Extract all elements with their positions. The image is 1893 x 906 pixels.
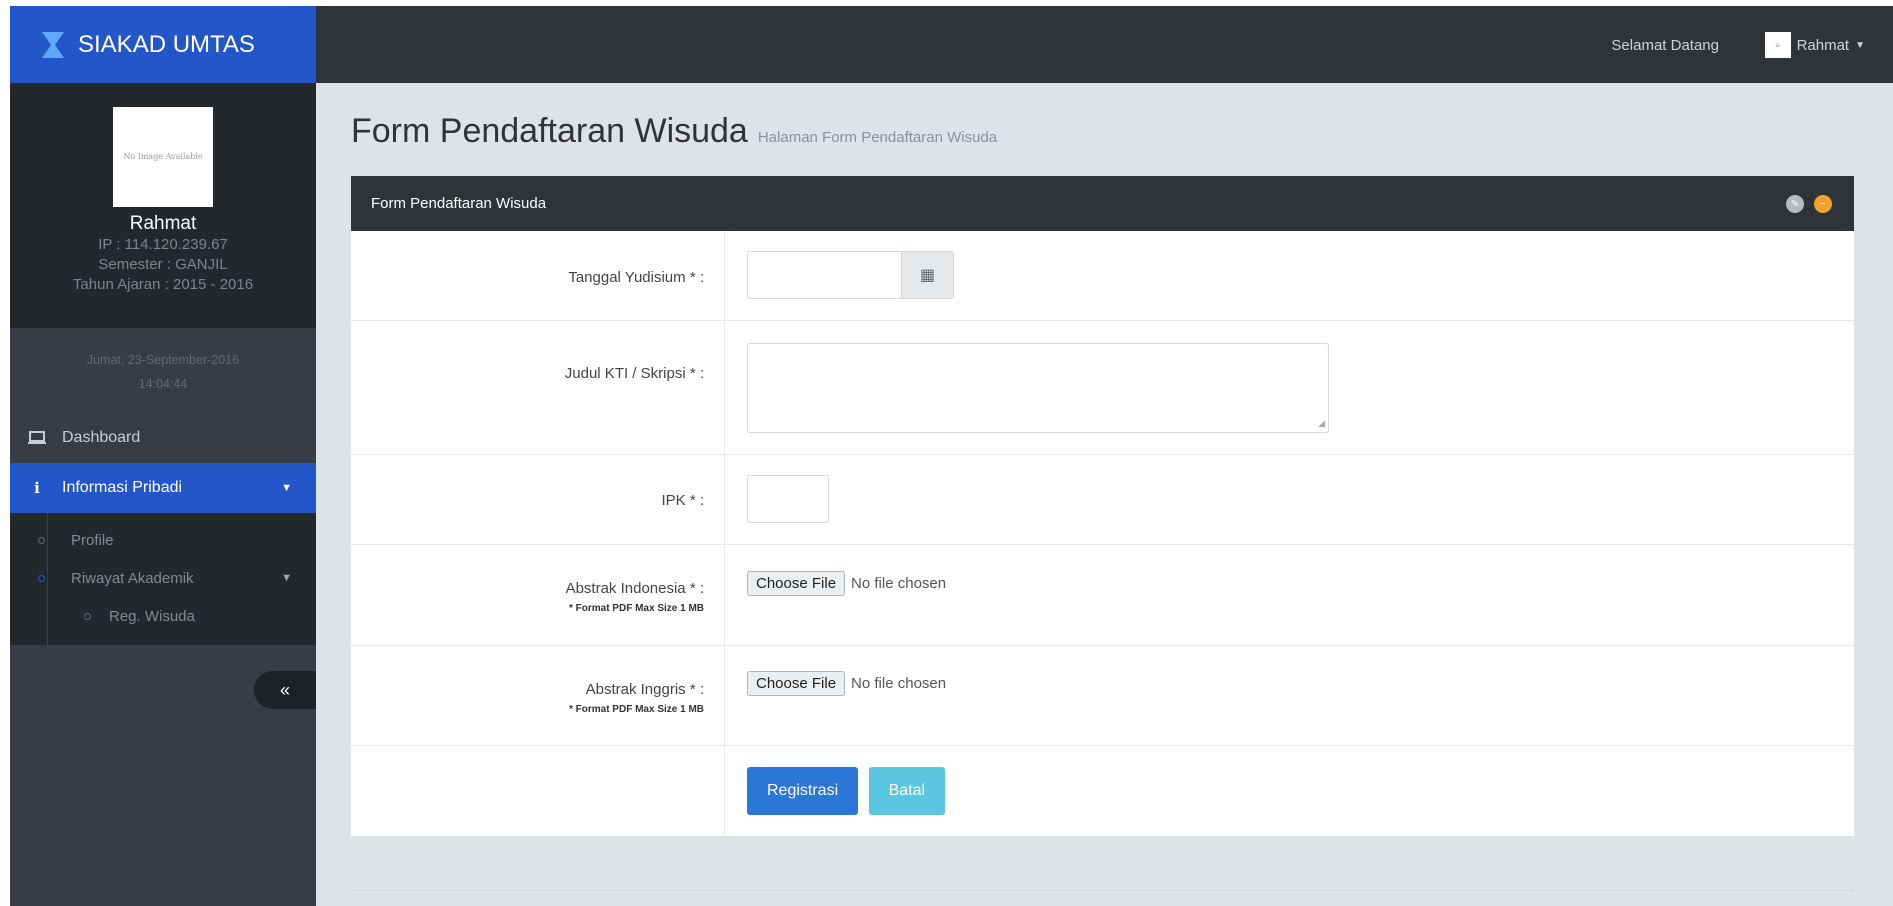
form-field: Choose File No file chosen [725, 545, 1854, 645]
user-tahun-ajaran: Tahun Ajaran : 2015 - 2016 [72, 276, 254, 293]
tanggal-yudisium-input[interactable] [747, 251, 902, 299]
chevron-down-icon: ▼ [281, 482, 292, 494]
abstrak-inggris-file-input: Choose File No file chosen [747, 671, 1854, 696]
form-row-abstrak-inggris: Abstrak Inggris * : * Format PDF Max Siz… [351, 646, 1854, 746]
current-time: 14:04:44 [138, 377, 188, 391]
sidebar-user-name: Rahmat [129, 213, 197, 234]
abstrak-inggris-label-group: Abstrak Inggris * : * Format PDF Max Siz… [351, 646, 725, 745]
registrasi-button[interactable]: Registrasi [747, 767, 859, 815]
panel-header: Form Pendaftaran Wisuda ✎ − [351, 176, 1854, 231]
form-panel: Form Pendaftaran Wisuda ✎ − Tanggal Yudi… [351, 176, 1854, 836]
form-actions: Registrasi Batal [725, 746, 1854, 836]
user-ip: IP : 114.120.239.67 [98, 236, 228, 253]
sidebar-item-informasi-pribadi[interactable]: ℹ Informasi Pribadi ▼ [10, 463, 316, 513]
sidebar-item-label: Riwayat Akademik [71, 569, 194, 587]
form-field: ◢ [725, 321, 1854, 454]
sidebar: SIAKAD UMTAS No Image Available Rahmat I… [10, 6, 316, 906]
empty-label [351, 746, 725, 836]
user-menu[interactable]: ≡ Rahmat ▼ [1764, 32, 1865, 58]
judul-label: Judul KTI / Skripsi * : [351, 321, 725, 454]
brand-title: SIAKAD UMTAS [78, 30, 255, 58]
info-icon: ℹ [34, 480, 40, 497]
ipk-label: IPK * : [351, 455, 725, 544]
bullet-icon [84, 612, 91, 620]
user-menu-name: Rahmat [1796, 36, 1850, 54]
laptop-icon [26, 431, 48, 445]
form-field: Choose File No file chosen [725, 646, 1854, 745]
sidebar-item-reg-wisuda[interactable]: Reg. Wisuda [10, 597, 316, 635]
footer-divider [351, 890, 1854, 891]
hourglass-icon [42, 31, 64, 58]
page-header: Form Pendaftaran Wisuda Halaman Form Pen… [351, 112, 997, 151]
tanggal-yudisium-label: Tanggal Yudisium * : [351, 231, 725, 320]
topbar: Selamat Datang ≡ Rahmat ▼ [316, 6, 1893, 83]
judul-textarea[interactable]: ◢ [747, 343, 1329, 433]
panel-title: Form Pendaftaran Wisuda [371, 195, 547, 212]
user-semester: Semester : GANJIL [98, 256, 228, 273]
chevron-down-icon: ▼ [1855, 39, 1865, 51]
abstrak-indonesia-label-group: Abstrak Indonesia * : * Format PDF Max S… [351, 545, 725, 645]
sidebar-item-dashboard[interactable]: Dashboard [10, 413, 316, 463]
choose-file-button[interactable]: Choose File [747, 571, 846, 596]
edit-icon[interactable]: ✎ [1786, 195, 1804, 213]
file-format-note: * Format PDF Max Size 1 MB [568, 704, 704, 715]
resize-handle-icon[interactable]: ◢ [1318, 418, 1325, 429]
sidebar-collapse-button[interactable]: « [254, 671, 316, 709]
file-format-note: * Format PDF Max Size 1 MB [568, 603, 704, 614]
page-title: Form Pendaftaran Wisuda [351, 112, 748, 150]
sidebar-item-label: Dashboard [62, 429, 141, 446]
sidebar-item-riwayat-akademik[interactable]: Riwayat Akademik ▼ [10, 559, 316, 597]
file-status: No file chosen [851, 675, 947, 692]
sidebar-item-label: Informasi Pribadi [62, 479, 183, 496]
abstrak-indonesia-file-input: Choose File No file chosen [747, 571, 1854, 596]
choose-file-button[interactable]: Choose File [747, 671, 846, 696]
form-field: ▦ [725, 231, 1854, 320]
bullet-icon [38, 536, 45, 544]
form-row-ipk: IPK * : [351, 455, 1854, 545]
minimize-icon[interactable]: − [1814, 195, 1832, 213]
chevron-down-icon: ▼ [281, 572, 292, 584]
abstrak-indonesia-label: Abstrak Indonesia * : [565, 580, 704, 597]
date-picker: ▦ [747, 251, 1854, 299]
welcome-text: Selamat Datang [1611, 37, 1719, 54]
ipk-input[interactable] [747, 475, 829, 523]
user-panel: No Image Available Rahmat IP : 114.120.2… [10, 83, 316, 328]
form-field [725, 455, 1854, 544]
sidebar-item-label: Reg. Wisuda [109, 607, 195, 625]
form-row-tanggal: Tanggal Yudisium * : ▦ [351, 231, 1854, 321]
current-date: Jumat, 23-September-2016 [86, 353, 240, 367]
avatar: ≡ [1764, 32, 1791, 58]
submenu: Profile Riwayat Akademik ▼ Reg. Wisuda [10, 513, 316, 645]
panel-tools: ✎ − [1786, 195, 1832, 213]
datetime: Jumat, 23-September-2016 14:04:44 [10, 328, 316, 413]
bullet-icon [38, 574, 45, 582]
form-row-judul: Judul KTI / Skripsi * : ◢ [351, 321, 1854, 455]
page-subtitle: Halaman Form Pendaftaran Wisuda [757, 129, 998, 146]
sidebar-item-profile[interactable]: Profile [10, 521, 316, 559]
brand[interactable]: SIAKAD UMTAS [10, 6, 316, 83]
avatar: No Image Available [113, 107, 213, 207]
abstrak-inggris-label: Abstrak Inggris * : [585, 681, 704, 698]
batal-button[interactable]: Batal [868, 767, 946, 815]
form-row-abstrak-indonesia: Abstrak Indonesia * : * Format PDF Max S… [351, 545, 1854, 646]
calendar-icon[interactable]: ▦ [902, 251, 954, 299]
form-row-actions: Registrasi Batal [351, 746, 1854, 836]
file-status: No file chosen [851, 575, 947, 592]
sidebar-item-label: Profile [71, 531, 114, 549]
